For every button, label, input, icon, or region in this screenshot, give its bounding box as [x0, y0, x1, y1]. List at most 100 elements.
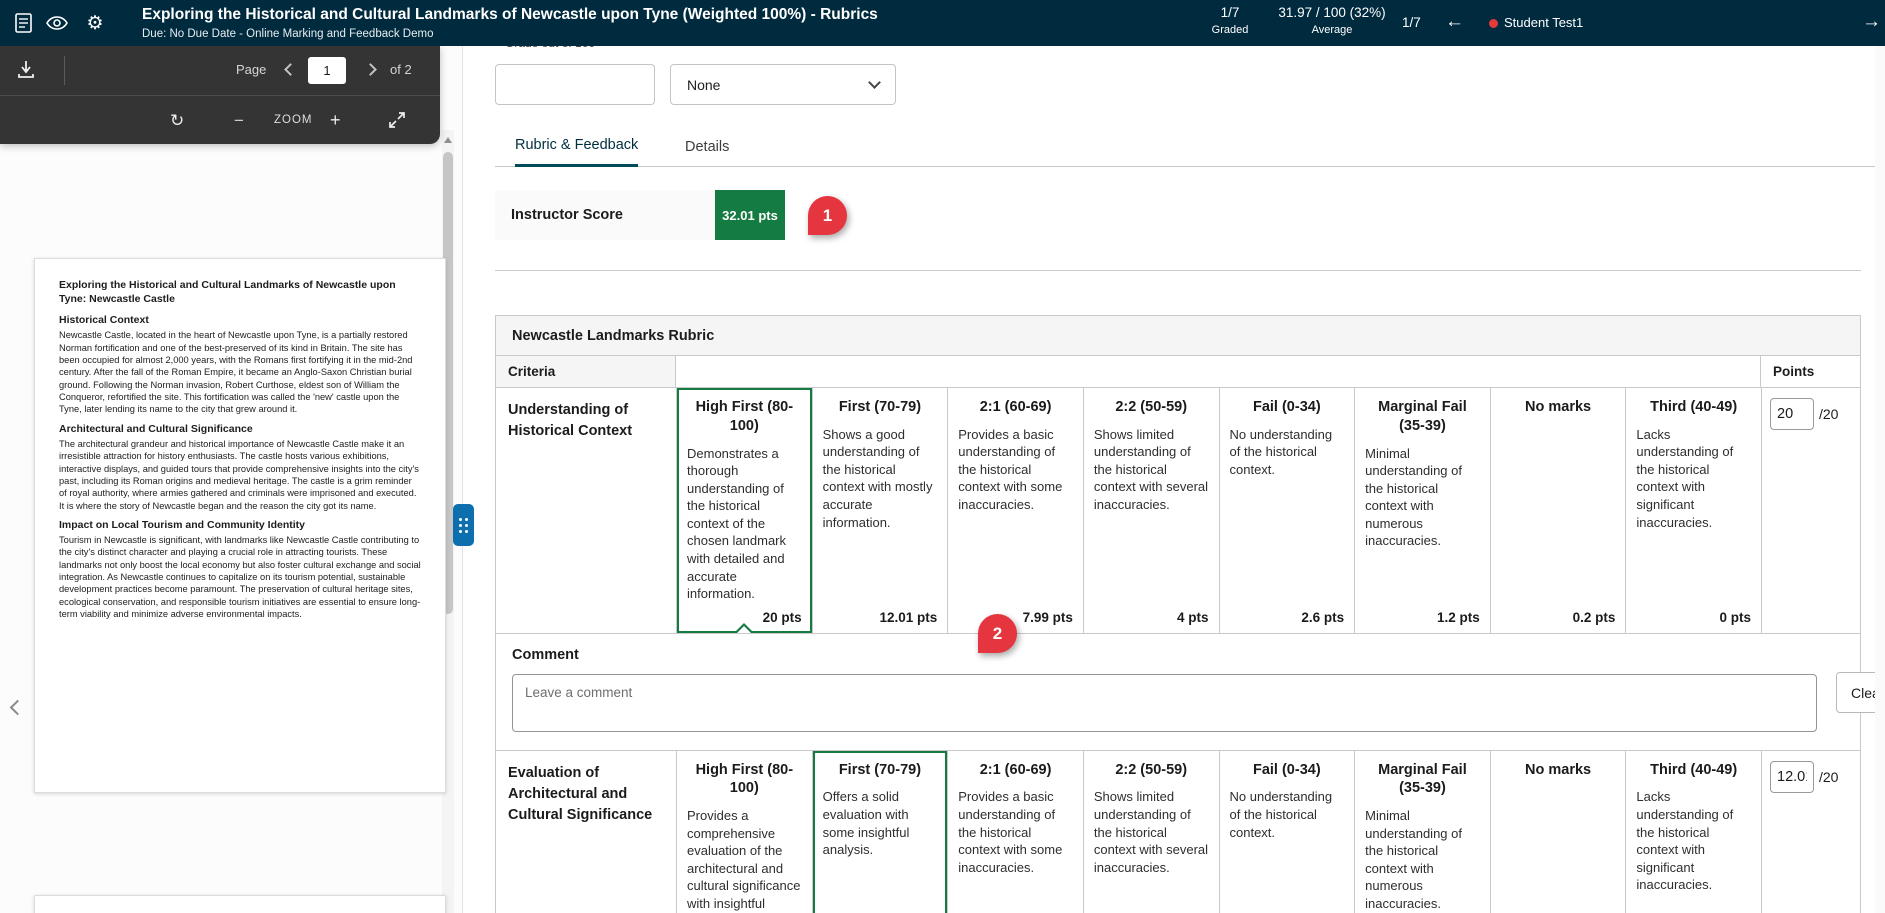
rating-description: Demonstrates a thorough understanding of… — [687, 445, 802, 603]
rating-cell[interactable]: No marks — [1490, 751, 1626, 913]
content-scrollbar[interactable] — [1875, 46, 1885, 913]
grade-scheme-select[interactable]: None — [670, 64, 896, 105]
rating-cell[interactable]: High First (80-100)Provides a comprehens… — [676, 751, 812, 913]
criteria-column-header: Criteria — [496, 356, 676, 387]
points-cell: /20 — [1761, 388, 1860, 633]
rating-title: Marginal Fail (35-39) — [1365, 761, 1480, 799]
ratings-group: High First (80-100) Demonstrates a thorou… — [676, 388, 1761, 633]
toolbar-divider — [64, 56, 65, 85]
rating-description: Minimal understanding of the historical … — [1365, 445, 1480, 550]
panel-resize-handle[interactable] — [453, 504, 474, 546]
rubric-row: Understanding of Historical ContextHigh … — [496, 388, 1860, 634]
scrollbar-up-arrow-icon[interactable] — [444, 137, 452, 143]
preview-eye-icon[interactable] — [42, 0, 72, 46]
document-heading: Historical Context — [59, 314, 421, 326]
average-label: Average — [1262, 24, 1402, 36]
drag-dots-icon — [459, 518, 468, 533]
document-panel-icon[interactable] — [8, 0, 38, 46]
rating-title: 2:1 (60-69) — [958, 398, 1073, 417]
rating-cell[interactable]: No marks0.2 pts — [1490, 388, 1626, 633]
rating-points: 0.2 pts — [1573, 610, 1616, 625]
rating-cell[interactable]: Third (40-49)Lacks understanding of the … — [1625, 388, 1761, 633]
rating-points: 1.2 pts — [1437, 610, 1480, 625]
rating-points: 2.6 pts — [1301, 610, 1344, 625]
rating-title: First (70-79) — [823, 761, 938, 780]
app-root: ⚙ Exploring the Historical and Cultural … — [0, 0, 1885, 913]
rating-cell[interactable]: Fail (0-34)No understanding of the histo… — [1219, 751, 1355, 913]
ratings-column-header — [676, 356, 1761, 387]
rating-description: Shows limited understanding of the histo… — [1094, 788, 1209, 876]
rating-cell[interactable]: 2:2 (50-59) Shows limited understanding o… — [1083, 751, 1219, 913]
page-subtitle: Due: No Due Date - Online Marking and Fe… — [142, 28, 433, 40]
rotate-icon[interactable]: ↻ — [170, 97, 184, 145]
ratings-group: High First (80-100)Provides a comprehens… — [676, 751, 1761, 913]
comment-label: Comment — [512, 647, 1844, 663]
document-paragraph: Newcastle Castle, located in the heart o… — [59, 329, 421, 416]
pdf-toolbar-row2: ↻ − ZOOM + — [0, 95, 440, 144]
rating-cell[interactable]: 2:2 (50-59)Shows limited understanding o… — [1083, 388, 1219, 633]
gear-icon[interactable]: ⚙ — [80, 0, 110, 46]
rating-title: High First (80-100) — [687, 398, 802, 436]
rating-title: Fail (0-34) — [1230, 761, 1345, 780]
rating-title: Third (40-49) — [1636, 398, 1751, 417]
points-input[interactable] — [1770, 761, 1814, 793]
rating-points: 7.99 pts — [1023, 610, 1073, 625]
rating-description: Offers a solid evaluation with some insi… — [823, 788, 938, 858]
comment-section: Comment — [496, 634, 1860, 751]
rating-points: 20 pts — [763, 610, 802, 625]
document-page-2 — [34, 895, 446, 913]
rating-cell[interactable]: Fail (0-34) No understanding of the histo… — [1219, 388, 1355, 633]
rating-cell[interactable]: First (70-79)Shows a good understanding … — [812, 388, 948, 633]
grade-input[interactable] — [495, 64, 655, 105]
annotation-marker-1[interactable]: 1 — [808, 196, 847, 235]
section-divider — [495, 270, 1861, 271]
rating-cell[interactable]: Marginal Fail (35-39) Minimal understandi… — [1354, 751, 1490, 913]
points-column-header: Points — [1761, 356, 1860, 387]
document-page: Exploring the Historical and Cultural La… — [34, 258, 446, 793]
graded-value: 1/7 — [1200, 5, 1260, 20]
zoom-in-icon[interactable]: + — [330, 96, 341, 144]
rating-description: Shows a good understanding of the histor… — [823, 426, 938, 531]
average-stat: 31.97 / 100 (32%) Average — [1262, 5, 1402, 36]
rating-cell[interactable]: Marginal Fail (35-39) Minimal understandi… — [1354, 388, 1490, 633]
student-status-dot-icon — [1489, 19, 1498, 28]
rating-description: No understanding of the historical conte… — [1230, 426, 1345, 479]
rating-description: Provides a basic understanding of the hi… — [958, 426, 1073, 514]
zoom-out-icon[interactable]: − — [234, 97, 244, 145]
rubric-header-row: Criteria Points — [496, 356, 1860, 388]
next-student-arrow-icon[interactable]: → — [1862, 0, 1881, 46]
rating-points: 4 pts — [1177, 610, 1209, 625]
next-page-chevron-icon[interactable] — [364, 63, 377, 76]
comment-input[interactable] — [512, 674, 1817, 732]
page-number-input[interactable] — [308, 57, 346, 84]
points-max: /20 — [1819, 761, 1838, 793]
top-header: ⚙ Exploring the Historical and Cultural … — [0, 0, 1885, 46]
tab-details[interactable]: Details — [685, 126, 729, 167]
rating-description: Minimal understanding of the historical … — [1365, 807, 1480, 912]
previous-student-arrow-icon[interactable]: ← — [1445, 0, 1464, 46]
rubric-table: Newcastle Landmarks Rubric Criteria Poin… — [495, 315, 1861, 913]
rating-title: 2:2 (50-59) — [1094, 761, 1209, 780]
criterion-name: Understanding of Historical Context — [496, 388, 676, 633]
rating-description: Shows limited understanding of the histo… — [1094, 426, 1209, 514]
points-input[interactable] — [1770, 398, 1814, 430]
rating-title: Fail (0-34) — [1230, 398, 1345, 417]
rating-points: 0 pts — [1719, 610, 1751, 625]
instructor-score-label: Instructor Score — [495, 190, 715, 240]
zoom-label: ZOOM — [274, 114, 313, 126]
tab-rubric-feedback[interactable]: Rubric & Feedback — [515, 126, 638, 167]
rating-title: Marginal Fail (35-39) — [1365, 398, 1480, 436]
rating-cell[interactable]: High First (80-100) Demonstrates a thorou… — [676, 388, 812, 633]
fullscreen-icon[interactable] — [388, 111, 406, 129]
download-icon[interactable] — [16, 59, 36, 79]
rating-title: Third (40-49) — [1636, 761, 1751, 780]
rating-cell[interactable]: Third (40-49) Lacks understanding of the … — [1625, 751, 1761, 913]
rating-cell[interactable]: 2:1 (60-69) Provides a basic understandin… — [947, 388, 1083, 633]
rating-cell[interactable]: First (70-79) Offers a solid evaluation w… — [812, 751, 948, 913]
annotation-marker-2[interactable]: 2 — [978, 614, 1017, 653]
previous-page-chevron-icon[interactable] — [284, 63, 297, 76]
student-name[interactable]: Student Test1 — [1504, 0, 1583, 46]
points-cell: /20 — [1761, 751, 1860, 913]
rating-description: Lacks understanding of the historical co… — [1636, 788, 1751, 893]
rating-cell[interactable]: 2:1 (60-69)Provides a basic understandin… — [947, 751, 1083, 913]
